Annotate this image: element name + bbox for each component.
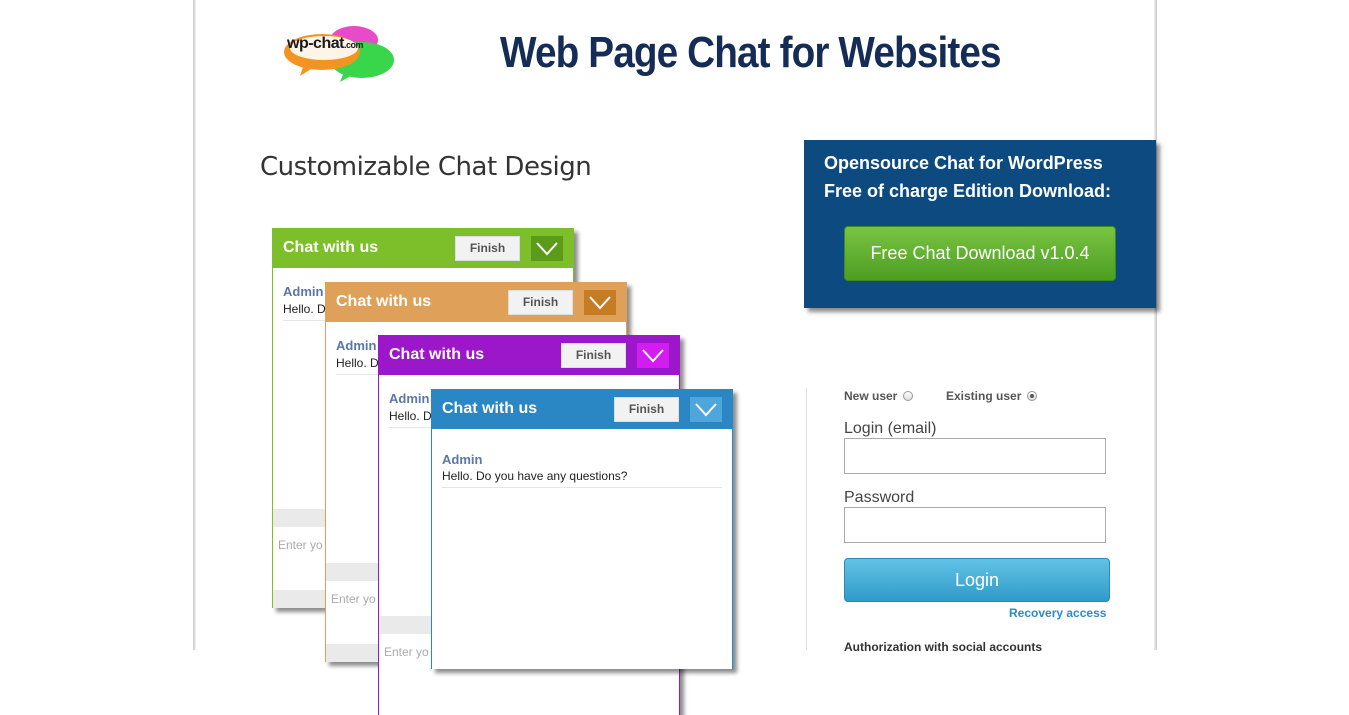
login-divider [806,388,807,650]
chevron-down-icon[interactable] [531,236,563,261]
chat-title: Chat with us [283,239,379,256]
chat-header: Chat with us Finish [326,282,626,322]
download-panel: Opensource Chat for WordPress Free of ch… [804,140,1156,308]
chat-author: Admin [389,391,430,406]
site-title: Web Page Chat for Websites [500,28,1002,77]
existing-user-label: Existing user [946,389,1022,403]
download-button[interactable]: Free Chat Download v1.0.4 [844,226,1116,281]
chevron-down-icon[interactable] [637,343,669,368]
page-shadow-right [1154,0,1157,650]
chat-message: Hello. D [389,409,432,423]
section-heading: Customizable Chat Design [260,152,592,182]
chat-header: Chat with us Finish [273,228,573,268]
chat-message: Hello. D [283,302,326,316]
recovery-access-link[interactable]: Recovery access [1009,606,1106,620]
chat-input[interactable]: Enter yo [384,645,429,659]
chat-title: Chat with us [442,400,538,417]
email-field[interactable] [844,438,1106,474]
new-user-radio[interactable] [903,391,914,401]
chat-author: Admin [336,338,377,353]
chevron-down-icon[interactable] [584,290,616,315]
site-logo[interactable]: wp-chat.com [282,20,398,84]
finish-button[interactable]: Finish [455,236,520,261]
chat-window-blue: Chat with us Finish Admin Hello. Do you … [431,389,733,669]
chevron-down-icon[interactable] [690,397,722,422]
existing-user-option[interactable]: Existing user [946,389,1038,403]
chat-input[interactable]: Enter yo [278,538,323,552]
chat-author: Admin [442,452,483,467]
download-line-2: Free of charge Edition Download: [824,181,1112,201]
finish-button[interactable]: Finish [508,290,573,315]
chat-title: Chat with us [336,293,432,310]
new-user-option[interactable]: New user [844,389,914,403]
new-user-label: New user [844,389,898,403]
logo-text: wp-chat.com [287,35,363,52]
existing-user-radio[interactable] [1027,391,1038,401]
finish-button[interactable]: Finish [614,397,679,422]
chat-author: Admin [283,284,324,299]
chat-title: Chat with us [389,346,485,363]
finish-button[interactable]: Finish [561,343,626,368]
chat-divider [442,487,722,488]
password-label: Password [844,489,915,506]
chat-message: Hello. D [336,356,379,370]
chat-message: Hello. Do you have any questions? [442,469,628,483]
login-button[interactable]: Login [844,558,1110,602]
password-field[interactable] [844,507,1106,543]
download-line-1: Opensource Chat for WordPress [824,153,1103,173]
chat-input[interactable]: Enter yo [331,592,376,606]
social-auth-label: Authorization with social accounts [844,640,1043,654]
chat-header: Chat with us Finish [379,335,679,375]
email-label: Login (email) [844,420,937,437]
chat-header: Chat with us Finish [432,389,732,429]
